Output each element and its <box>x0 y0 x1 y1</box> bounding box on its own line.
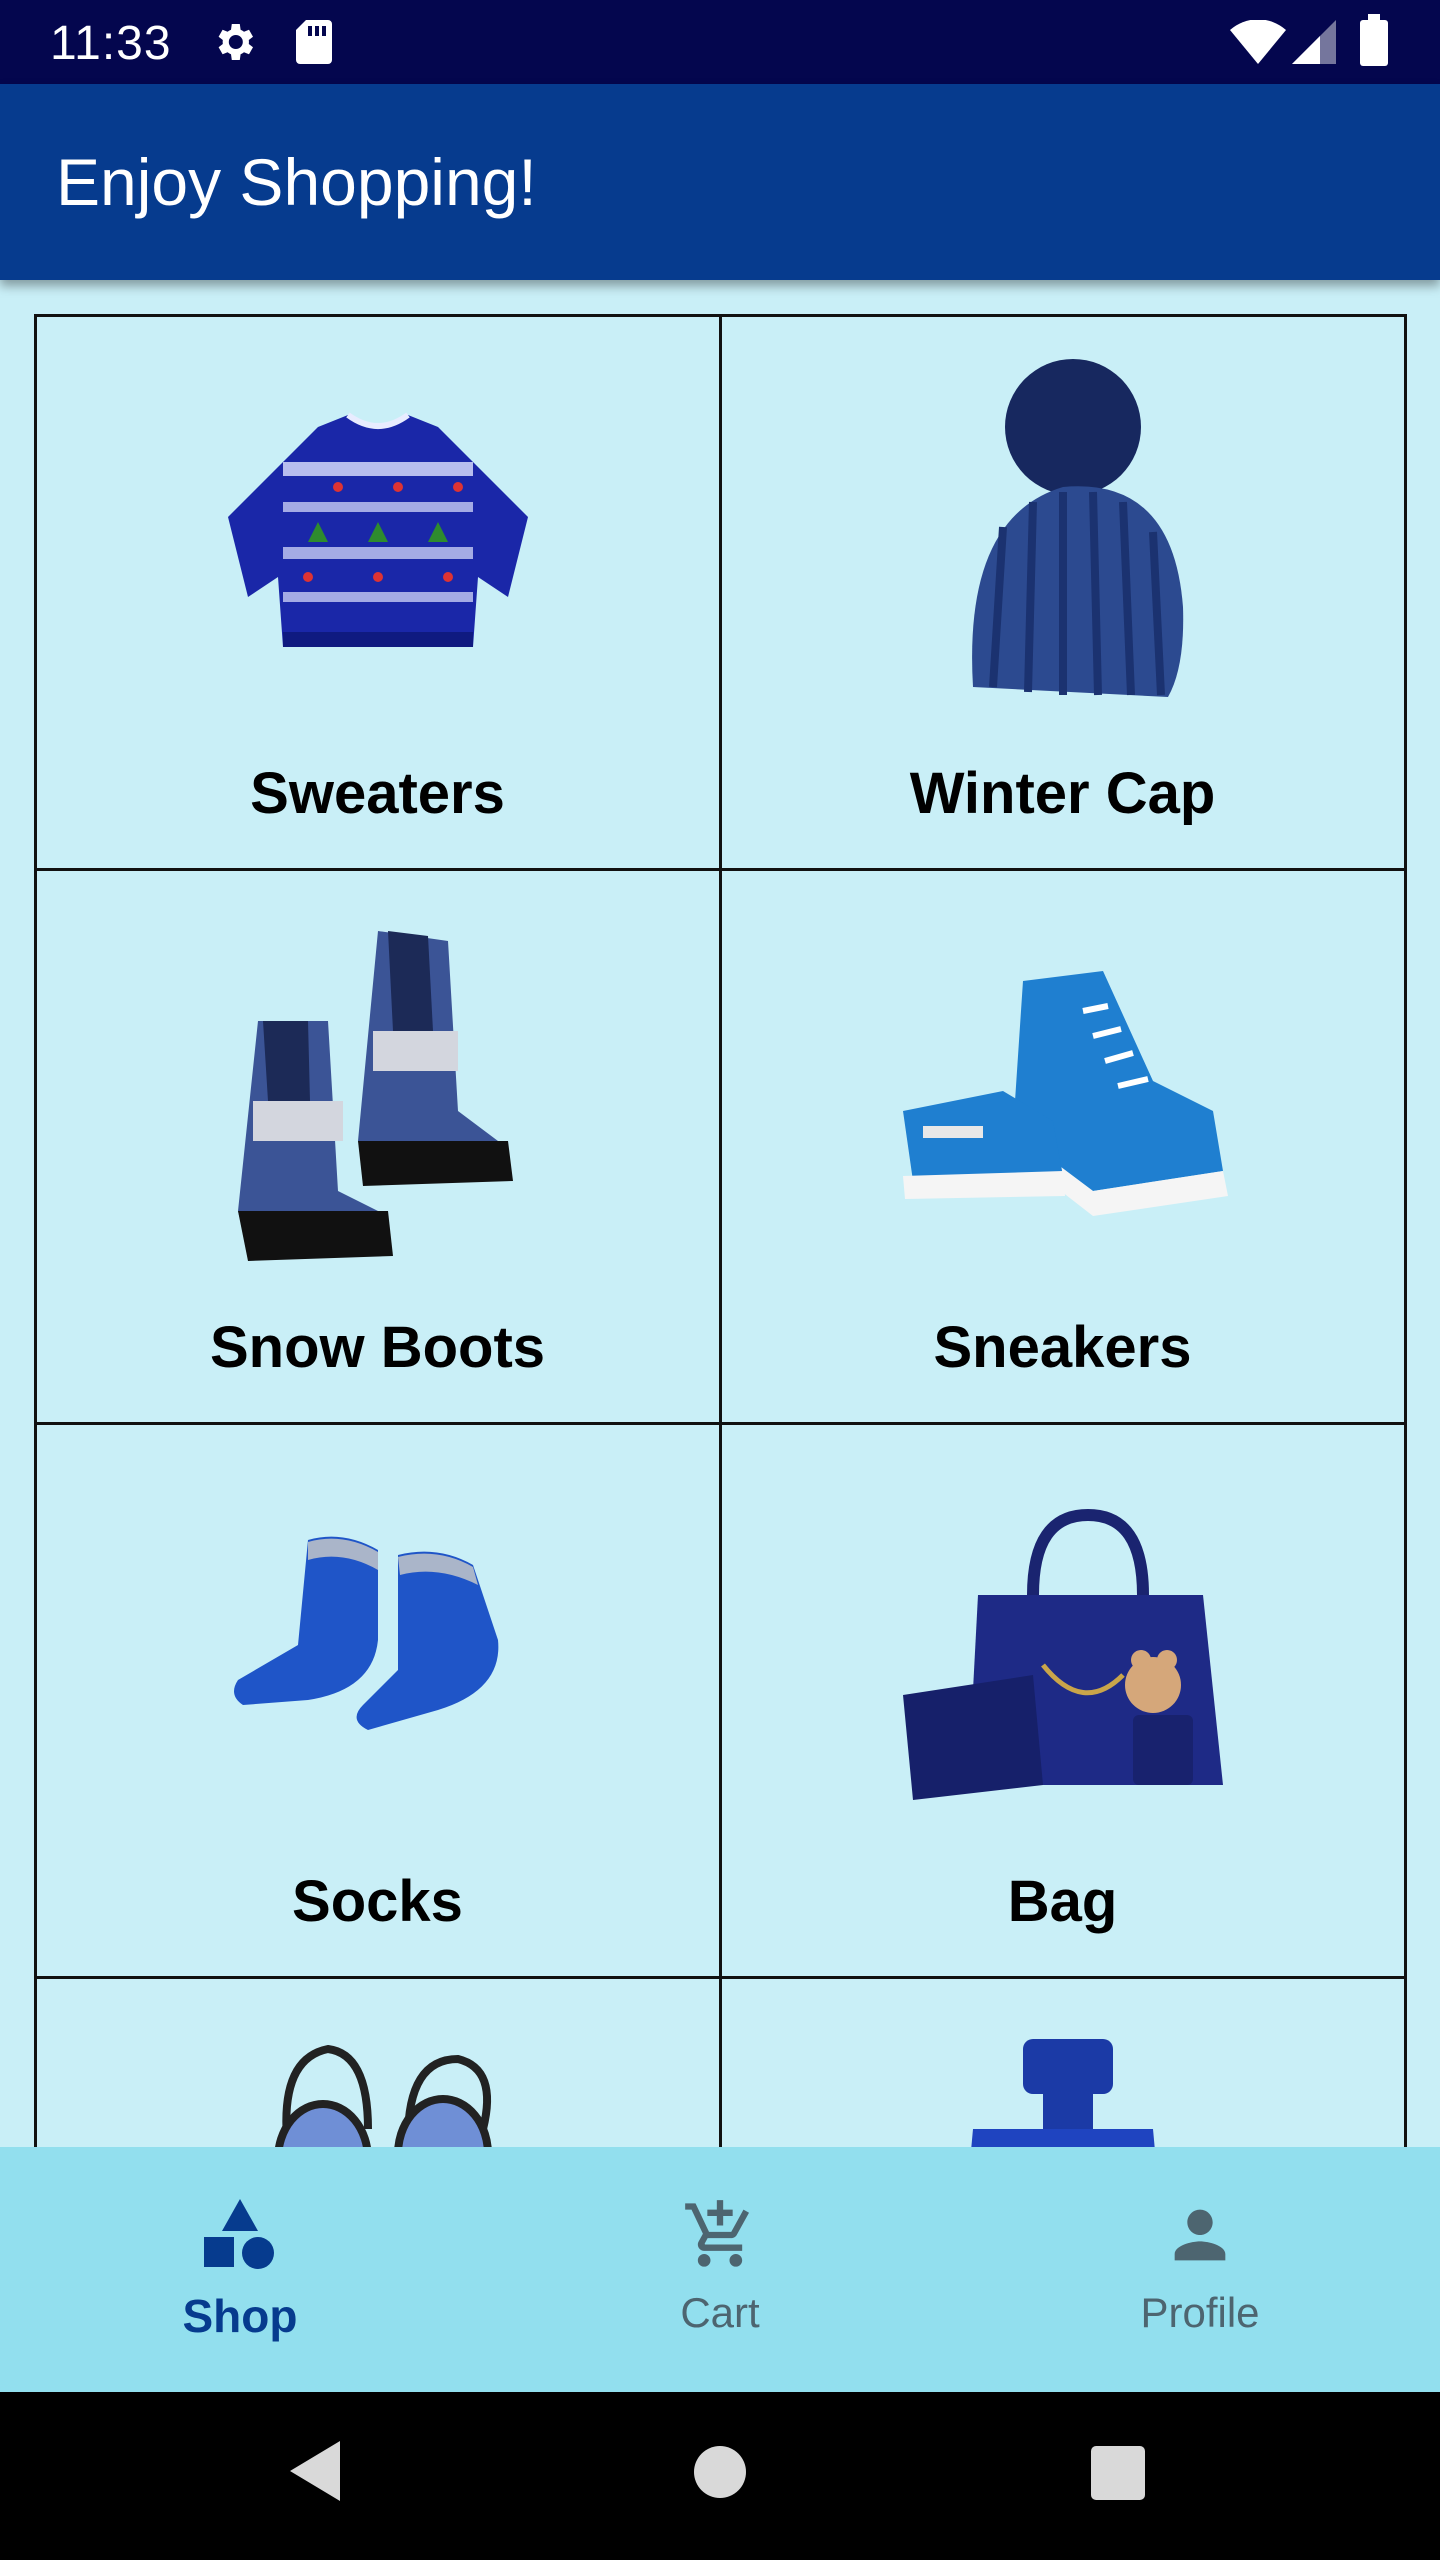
product-card-sweaters[interactable]: Sweaters <box>33 313 722 871</box>
sweater-image <box>37 357 719 717</box>
wifi-icon <box>1230 19 1286 69</box>
gear-icon <box>210 18 258 71</box>
battery-icon <box>1360 14 1388 71</box>
home-icon[interactable] <box>692 2444 748 2505</box>
status-bar: 11:33 <box>0 0 1440 84</box>
nav-label-shop: Shop <box>182 2290 298 2342</box>
product-card-snow-boots[interactable]: Snow Boots <box>33 867 722 1425</box>
goggles-image <box>37 2019 719 2147</box>
product-grid: Sweaters Winter Cap Snow Boots Sneakers … <box>33 313 1407 2147</box>
product-card-perfume[interactable] <box>718 1975 1407 2147</box>
socks-image <box>37 1465 719 1825</box>
perfume-image <box>722 2019 1404 2147</box>
bag-image <box>722 1465 1404 1825</box>
product-card-winter-cap[interactable]: Winter Cap <box>718 313 1407 871</box>
app-bar: Enjoy Shopping! <box>0 84 1440 280</box>
nav-item-profile[interactable]: Profile <box>960 2147 1440 2392</box>
system-navigation-bar <box>0 2392 1440 2560</box>
product-label: Sweaters <box>250 760 505 826</box>
winter-cap-image <box>722 357 1404 717</box>
page-title: Enjoy Shopping! <box>56 145 537 219</box>
signal-icon <box>1292 20 1336 69</box>
snow-boots-image <box>37 911 719 1271</box>
product-label: Socks <box>292 1868 463 1934</box>
product-card-bag[interactable]: Bag <box>718 1421 1407 1979</box>
nav-item-shop[interactable]: Shop <box>0 2147 480 2392</box>
sneakers-image <box>722 911 1404 1271</box>
person-icon <box>1162 2197 1238 2278</box>
status-time: 11:33 <box>50 17 172 70</box>
bottom-navigation: Shop Cart Profile <box>0 2147 1440 2392</box>
product-card-sneakers[interactable]: Sneakers <box>718 867 1407 1425</box>
product-label: Winter Cap <box>909 760 1216 826</box>
product-label: Sneakers <box>933 1314 1192 1380</box>
nav-label-profile: Profile <box>1140 2289 1260 2336</box>
product-card-socks[interactable]: Socks <box>33 1421 722 1979</box>
product-label: Bag <box>1007 1868 1118 1934</box>
product-grid-scroll[interactable]: Sweaters Winter Cap Snow Boots Sneakers … <box>0 280 1440 2147</box>
shapes-icon <box>202 2197 278 2278</box>
back-icon[interactable] <box>285 2436 345 2511</box>
nav-label-cart: Cart <box>680 2289 760 2336</box>
cart-icon <box>682 2197 758 2278</box>
nav-item-cart[interactable]: Cart <box>480 2147 960 2392</box>
recents-icon[interactable] <box>1091 2446 1145 2505</box>
product-card-goggles[interactable] <box>33 1975 722 2147</box>
sd-card-icon <box>294 18 334 71</box>
product-label: Snow Boots <box>209 1314 546 1380</box>
